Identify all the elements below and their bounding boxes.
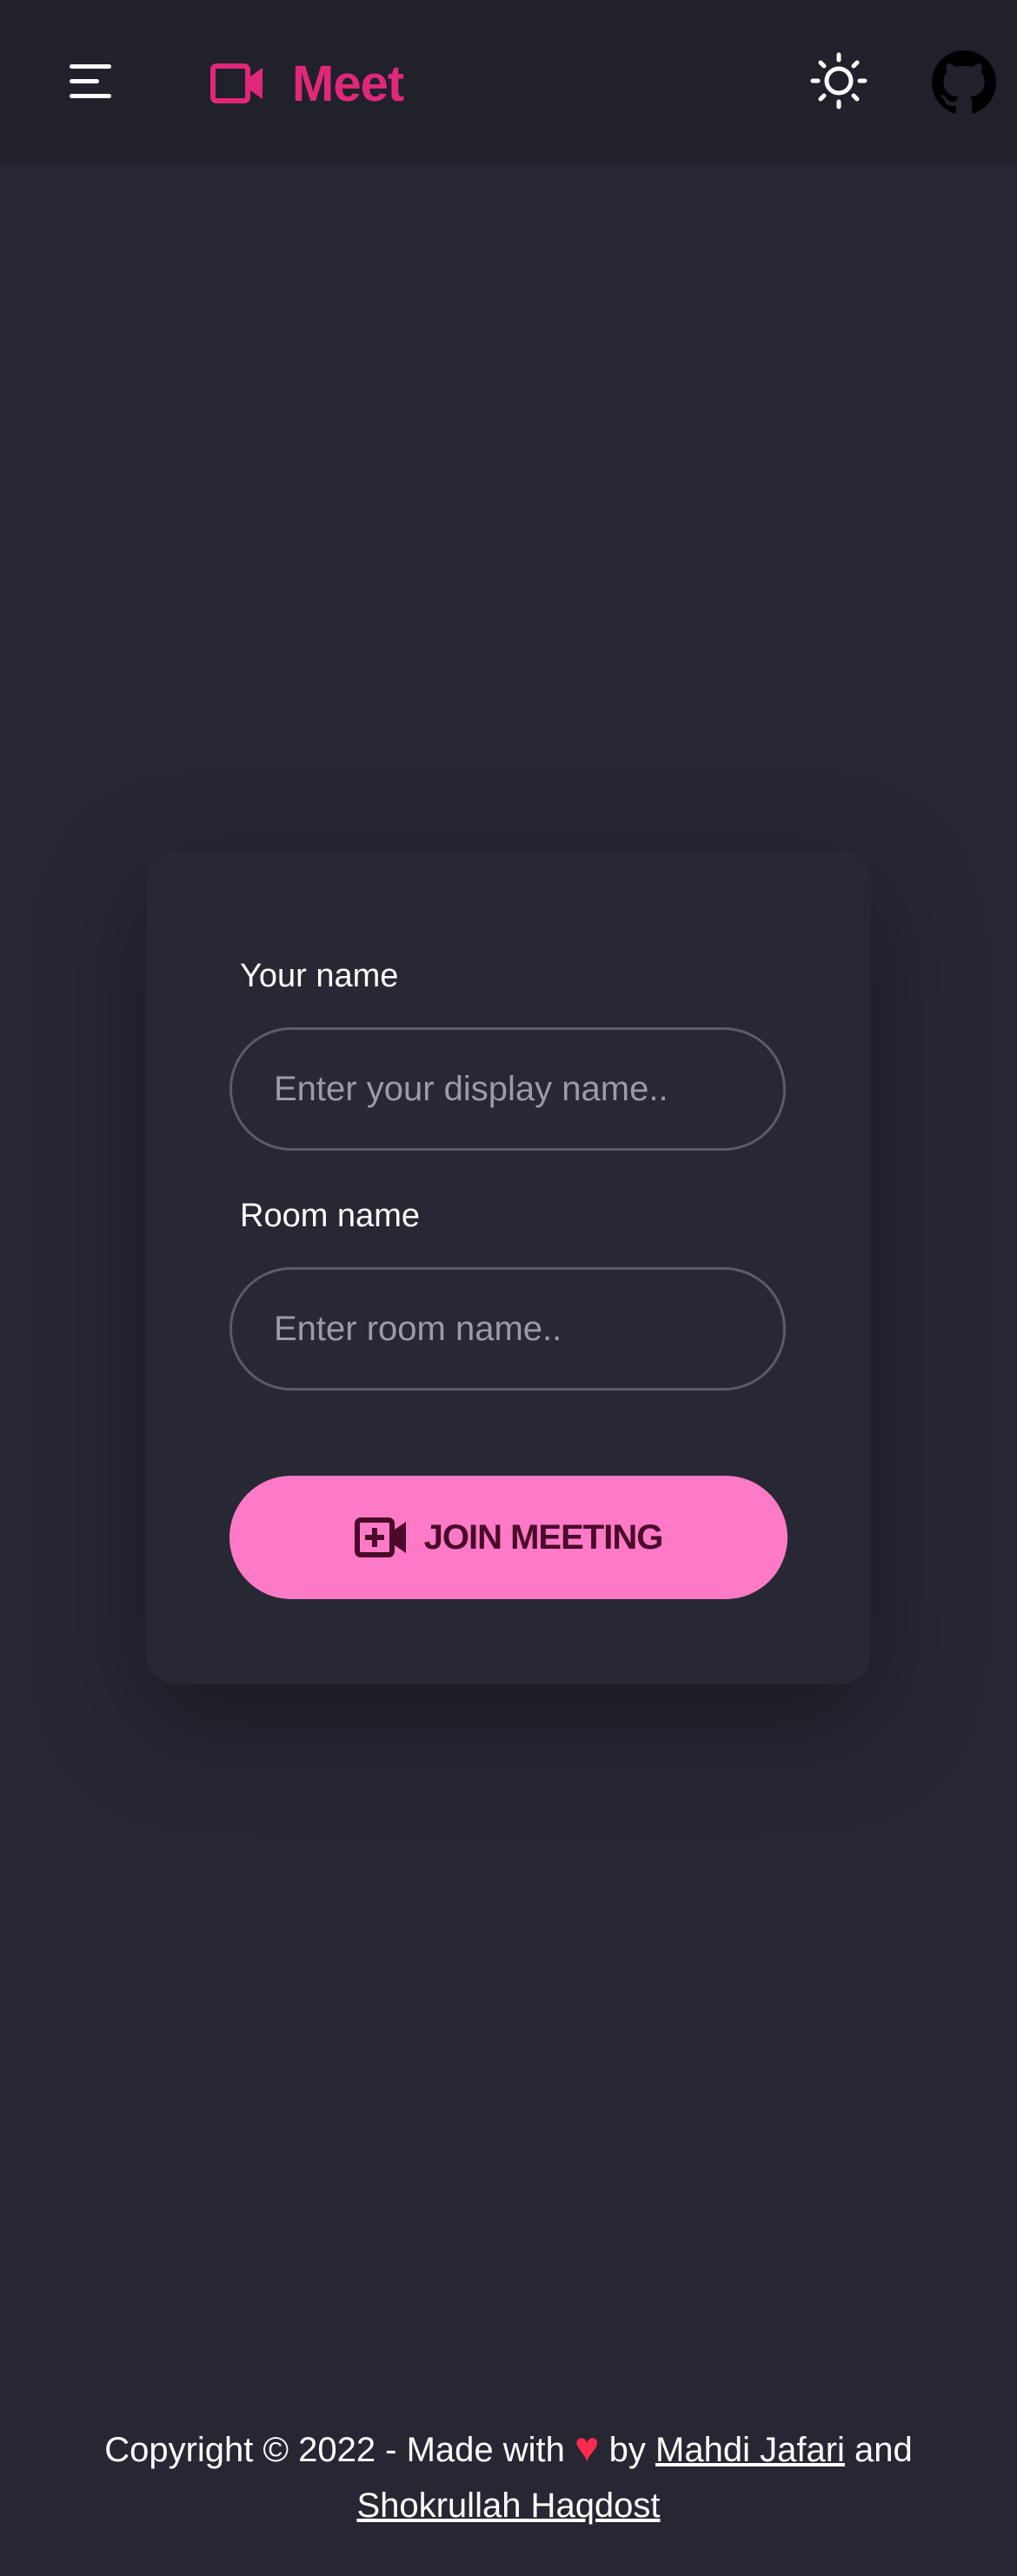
video-camera-icon [210,63,263,103]
video-plus-icon [354,1517,406,1557]
app-header: Meet [0,0,1017,165]
by-text: by [608,2431,646,2469]
author-link-mahdi-jafari[interactable]: Mahdi Jafari [655,2431,845,2469]
join-meeting-card: Your name Room name JOIN MEETING [146,850,871,1684]
join-meeting-label: JOIN MEETING [423,1517,664,1557]
name-label: Your name [240,958,399,994]
heart-icon: ♥ [575,2425,600,2471]
room-name-input[interactable] [229,1267,786,1391]
room-label: Room name [240,1198,420,1234]
display-name-input[interactable] [229,1027,786,1151]
and-text: and [854,2431,913,2469]
author-link-shokrullah-haqdost[interactable]: Shokrullah Haqdost [356,2486,660,2525]
theme-toggle-button[interactable] [810,52,867,110]
join-meeting-button[interactable]: JOIN MEETING [229,1476,788,1599]
github-link[interactable] [932,50,996,115]
brand-name: Meet [292,55,404,112]
brand-logo[interactable]: Meet [210,49,404,118]
menu-icon[interactable] [70,64,113,101]
copyright-text: Copyright © 2022 - Made with [104,2431,565,2469]
sun-icon [810,52,867,110]
footer: Copyright © 2022 - Made with ♥ by Mahdi … [0,2420,1017,2533]
github-icon [932,50,996,114]
